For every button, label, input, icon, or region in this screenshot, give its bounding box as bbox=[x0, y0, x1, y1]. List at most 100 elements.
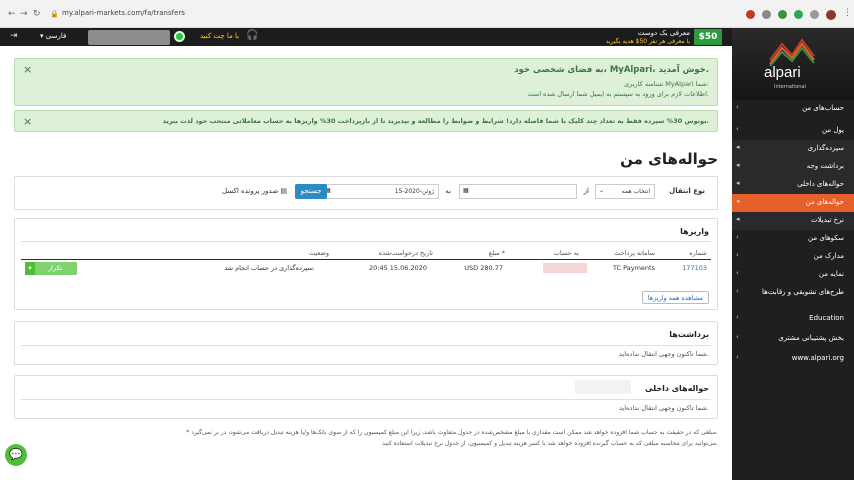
chevron-left-icon: ‹ bbox=[736, 353, 739, 361]
withdrawals-title: برداشت‌ها bbox=[669, 330, 709, 339]
chevron-left-icon: ‹ bbox=[736, 125, 739, 133]
repeat-button[interactable]: ▾ تکرار bbox=[25, 262, 77, 275]
sidebar-item[interactable]: ‹ بخش پشتیبانی مشتری bbox=[732, 330, 854, 348]
sidebar-item[interactable]: ◂ حواله‌های داخلی bbox=[732, 176, 854, 194]
chevron-left-icon: ‹ bbox=[736, 251, 739, 259]
sidebar-item[interactable]: ◂ نرخ تبدیلات bbox=[732, 212, 854, 230]
extension-icon[interactable] bbox=[778, 10, 787, 19]
withdrawals-empty: شما تاکنون وجهی انتقال نداده‌اید. bbox=[619, 350, 709, 358]
chevron-left-icon: ‹ bbox=[736, 287, 739, 295]
sidebar-item-label: پول من bbox=[822, 126, 844, 134]
welcome-alert: × به فضای شخصی خود، MyAlpari، خوش آمدید.… bbox=[14, 58, 718, 106]
sidebar-item[interactable]: ‹ نمایه من bbox=[732, 266, 854, 284]
transfer-type-select[interactable]: انتخاب همه ⌄ bbox=[595, 184, 655, 199]
account-redacted bbox=[543, 263, 587, 273]
app-topbar: ⇥ ▾ فارسی با ما چت کنید 🎧 معرفی یک دوست … bbox=[0, 28, 732, 46]
extension-icon[interactable] bbox=[762, 10, 771, 19]
welcome-user-id: شناسه کاربری MyAlpari شما: bbox=[624, 80, 709, 88]
reload-icon[interactable]: ↻ bbox=[33, 9, 41, 19]
sidebar-item[interactable]: ◂ حواله‌های من bbox=[732, 194, 854, 212]
sidebar-item[interactable]: ◂ برداشت وجه bbox=[732, 158, 854, 176]
filter-bar: نوع انتقال انتخاب همه ⌄ از ▦ به 15-ژوئن-… bbox=[14, 176, 718, 210]
avatar[interactable] bbox=[826, 10, 836, 20]
sidebar-item[interactable]: ‹ سکوهای من bbox=[732, 230, 854, 248]
excel-icon: ▤ bbox=[280, 187, 287, 195]
page-title: حواله‌های من bbox=[620, 150, 718, 168]
from-date-input[interactable]: ▦ bbox=[459, 184, 577, 199]
footnote-line: * مبلغی که در حقیقت به حساب شما افزوده خ… bbox=[186, 429, 718, 436]
address-bar[interactable]: my.alpari-markets.com/fa/transfers bbox=[62, 9, 185, 17]
column-header: مبلغ * bbox=[488, 249, 505, 257]
sidebar-item-label: طرح‌های تشویقی و رقابت‌ها bbox=[762, 288, 844, 296]
close-icon[interactable]: × bbox=[23, 63, 32, 76]
footnote: * مبلغی که در حقیقت به حساب شما افزوده خ… bbox=[14, 427, 718, 449]
chat-bubble-icon[interactable]: 💬 bbox=[5, 444, 27, 466]
arrow-left-icon[interactable]: ← bbox=[8, 9, 16, 19]
search-button[interactable]: جستجو bbox=[295, 184, 327, 199]
bonus-text[interactable]: بونوس 30% سپرده فقط به تعداد چند کلیک با… bbox=[163, 117, 709, 125]
sidebar-item[interactable]: ‹ طرح‌های تشویقی و رقابت‌ها bbox=[732, 284, 854, 302]
sidebar-item[interactable]: ‹ حساب‌های من bbox=[732, 100, 854, 118]
calendar-icon: ▦ bbox=[463, 187, 469, 194]
alpari-logo[interactable]: alpari International bbox=[732, 28, 854, 100]
deposit-system: TC Payments bbox=[612, 264, 655, 272]
internal-transfers-panel: حواله‌های داخلی شما تاکنون وجهی انتقال ن… bbox=[14, 375, 718, 419]
chevron-left-icon: ‹ bbox=[736, 269, 739, 277]
divider bbox=[21, 399, 711, 400]
kebab-menu-icon[interactable]: ⋮ bbox=[843, 8, 852, 18]
extension-icon[interactable] bbox=[794, 10, 803, 19]
deposit-status: سپرده‌گذاری در حساب انجام شد. bbox=[224, 264, 315, 272]
deposit-amount: USD 280.77 bbox=[464, 264, 503, 272]
arrow-left-icon: ◂ bbox=[736, 143, 740, 151]
lock-icon: 🔒 bbox=[50, 10, 59, 18]
view-all-deposits-button[interactable]: مشاهده همه واریزها bbox=[641, 291, 709, 304]
to-label: به bbox=[445, 187, 451, 195]
column-header: شماره bbox=[689, 249, 707, 257]
welcome-title: به فضای شخصی خود، MyAlpari، خوش آمدید. bbox=[514, 65, 709, 75]
deposits-title: واریزها bbox=[680, 227, 709, 236]
internal-transfers-title: حواله‌های داخلی bbox=[644, 384, 709, 393]
internal-transfers-empty: شما تاکنون وجهی انتقال نداده‌اید. bbox=[619, 404, 709, 412]
sidebar-item[interactable]: ‹ مدارک من bbox=[732, 248, 854, 266]
logout-icon[interactable]: ⇥ bbox=[10, 31, 18, 41]
chevron-left-icon: ‹ bbox=[736, 103, 739, 111]
referral-badge[interactable]: $50 bbox=[694, 29, 722, 45]
redacted-area bbox=[575, 380, 631, 394]
arrow-left-icon: ◂ bbox=[736, 215, 740, 223]
arrow-left-icon: ◂ bbox=[736, 179, 740, 187]
brand-name: alpari bbox=[764, 64, 801, 81]
repeat-button-label: تکرار bbox=[48, 264, 62, 272]
close-icon[interactable]: × bbox=[23, 115, 32, 128]
welcome-info: اطلاعات لازم برای ورود به سیستم به ایمیل… bbox=[527, 90, 709, 98]
extension-icon[interactable] bbox=[746, 10, 755, 19]
extension-icon[interactable] bbox=[810, 10, 819, 19]
sidebar-item-label: نرخ تبدیلات bbox=[810, 216, 844, 224]
sidebar-item-label: حواله‌های داخلی bbox=[797, 180, 844, 188]
referral-subtitle[interactable]: با معرفی هر نفر 50$ هدیه بگیرید bbox=[600, 38, 690, 45]
sidebar-item[interactable]: ‹ پول من bbox=[732, 122, 854, 140]
user-name-redacted bbox=[88, 30, 170, 45]
divider bbox=[21, 241, 711, 242]
from-label: از bbox=[583, 187, 589, 195]
deposit-id-link[interactable]: 177103 bbox=[682, 264, 707, 272]
sidebar-item[interactable]: ‹ Education bbox=[732, 310, 854, 328]
sidebar-item-label: www.alpari.org bbox=[791, 354, 844, 362]
table-rule bbox=[21, 259, 711, 260]
column-header: وضعیت bbox=[308, 249, 329, 257]
export-excel-link[interactable]: صدور پرونده اکسل ▤ bbox=[222, 187, 287, 195]
chat-link[interactable]: با ما چت کنید bbox=[200, 32, 239, 40]
deposit-date: 20:45 15.06.2020 bbox=[368, 264, 427, 272]
deposits-panel: واریزها شماره سامانه پرداخت به حساب مبلغ… bbox=[14, 218, 718, 310]
sidebar-item[interactable]: ‹ www.alpari.org bbox=[732, 350, 854, 368]
headset-icon[interactable]: 🎧 bbox=[246, 30, 258, 41]
divider bbox=[21, 345, 711, 346]
language-label: فارسی bbox=[45, 32, 67, 40]
sidebar-item-label: حساب‌های من bbox=[802, 104, 844, 112]
sidebar-item[interactable]: ◂ سپرده‌گذاری bbox=[732, 140, 854, 158]
language-select[interactable]: ▾ فارسی bbox=[40, 32, 66, 40]
to-date-input[interactable]: 15-ژوئن-2020 ▦ bbox=[321, 184, 439, 199]
sidebar-item-label: بخش پشتیبانی مشتری bbox=[778, 334, 844, 342]
to-date-value: 15-ژوئن-2020 bbox=[394, 188, 434, 195]
arrow-right-icon[interactable]: → bbox=[20, 9, 28, 19]
referral-title[interactable]: معرفی یک دوست bbox=[620, 29, 690, 37]
